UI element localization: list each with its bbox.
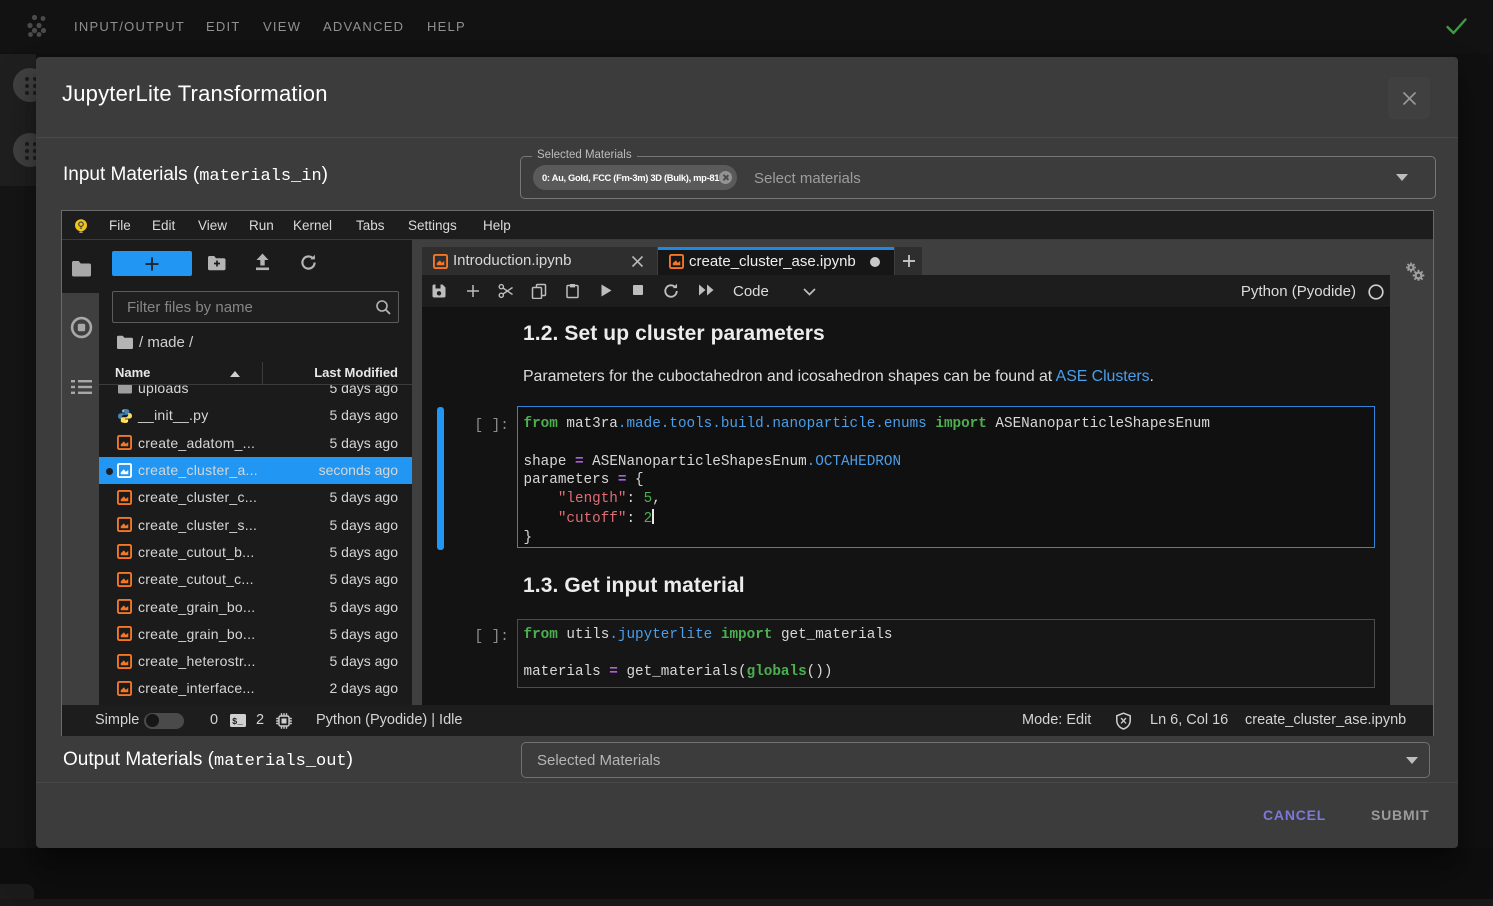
- svg-text:$_: $_: [232, 717, 243, 727]
